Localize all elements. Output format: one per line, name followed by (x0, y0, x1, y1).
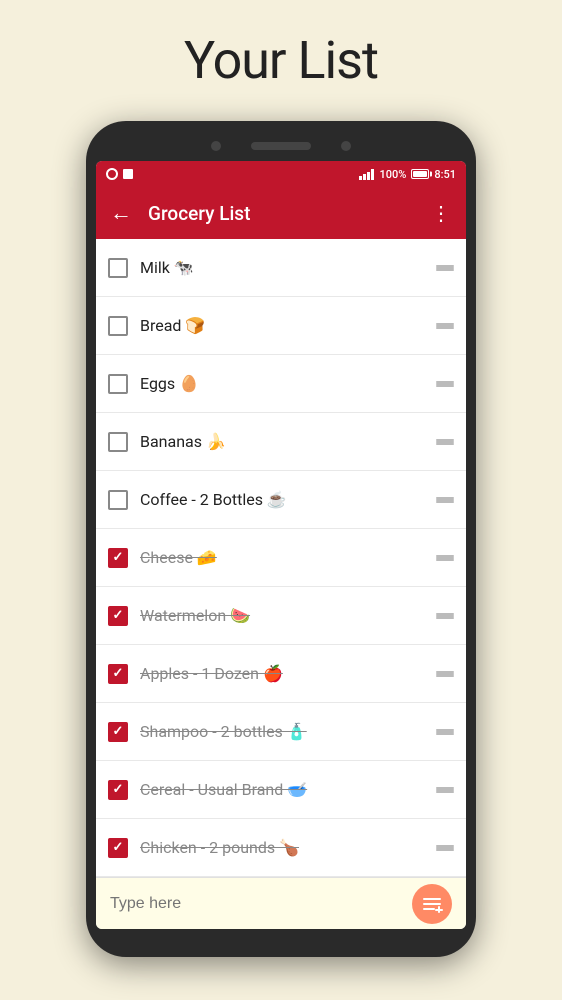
list-item: Cereal - Usual Brand 🥣 (96, 761, 466, 819)
item-text-2: Bread 🍞 (140, 316, 424, 335)
checkbox-item-2[interactable] (108, 316, 128, 336)
signal-icon (359, 168, 374, 180)
status-bar: 100% 8:51 (96, 161, 466, 187)
phone-camera (211, 141, 221, 151)
battery-percent: 100% (379, 168, 406, 181)
item-text-6: Cheese 🧀 (140, 548, 424, 567)
checkbox-item-4[interactable] (108, 432, 128, 452)
phone-bottom (96, 929, 466, 943)
checkbox-item-9[interactable] (108, 722, 128, 742)
list-item: Bananas 🍌 (96, 413, 466, 471)
checkbox-item-8[interactable] (108, 664, 128, 684)
grocery-list: Milk 🐄 Bread 🍞 Eggs 🥚 Bananas 🍌 Coffee - 2 B… (96, 239, 466, 877)
back-button[interactable]: ← (110, 200, 132, 226)
list-item: Bread 🍞 (96, 297, 466, 355)
overflow-menu-button[interactable]: ⋮ (431, 201, 452, 225)
status-left (106, 168, 133, 180)
sim-icon (123, 169, 133, 179)
drag-handle-7[interactable] (436, 613, 454, 619)
drag-handle-5[interactable] (436, 497, 454, 503)
checkbox-item-10[interactable] (108, 780, 128, 800)
battery-fill (413, 171, 427, 177)
recording-icon (106, 168, 118, 180)
checkbox-item-5[interactable] (108, 490, 128, 510)
phone-device: 100% 8:51 ← Grocery List ⋮ Milk 🐄 Bread 🍞… (86, 121, 476, 957)
drag-handle-3[interactable] (436, 381, 454, 387)
drag-handle-2[interactable] (436, 323, 454, 329)
list-item: Cheese 🧀 (96, 529, 466, 587)
toolbar: ← Grocery List ⋮ (96, 187, 466, 239)
checkbox-item-7[interactable] (108, 606, 128, 626)
list-item: Apples - 1 Dozen 🍎 (96, 645, 466, 703)
item-text-4: Bananas 🍌 (140, 432, 424, 451)
list-item: Chicken - 2 pounds 🍗 (96, 819, 466, 877)
bottom-input-bar (96, 877, 466, 929)
phone-screen: 100% 8:51 ← Grocery List ⋮ Milk 🐄 Bread 🍞… (96, 161, 466, 929)
status-right: 100% 8:51 (359, 168, 456, 181)
item-text-8: Apples - 1 Dozen 🍎 (140, 664, 424, 683)
item-text-5: Coffee - 2 Bottles ☕ (140, 490, 424, 509)
drag-handle-4[interactable] (436, 439, 454, 445)
drag-handle-6[interactable] (436, 555, 454, 561)
toolbar-title: Grocery List (148, 202, 415, 225)
phone-speaker (251, 142, 311, 150)
clock: 8:51 (434, 168, 456, 181)
checkbox-item-11[interactable] (108, 838, 128, 858)
page-title: Your List (184, 30, 378, 91)
list-item: Coffee - 2 Bottles ☕ (96, 471, 466, 529)
drag-handle-11[interactable] (436, 845, 454, 851)
list-item: Milk 🐄 (96, 239, 466, 297)
item-text-9: Shampoo - 2 bottles 🧴 (140, 722, 424, 741)
phone-sensor (341, 141, 351, 151)
battery-icon (411, 169, 429, 179)
checkbox-item-6[interactable] (108, 548, 128, 568)
item-text-7: Watermelon 🍉 (140, 606, 424, 625)
list-item: Shampoo - 2 bottles 🧴 (96, 703, 466, 761)
list-item: Watermelon 🍉 (96, 587, 466, 645)
checkbox-item-3[interactable] (108, 374, 128, 394)
item-text-3: Eggs 🥚 (140, 374, 424, 393)
drag-handle-8[interactable] (436, 671, 454, 677)
item-text-10: Cereal - Usual Brand 🥣 (140, 780, 424, 799)
checkbox-item-1[interactable] (108, 258, 128, 278)
add-item-button[interactable] (412, 884, 452, 924)
drag-handle-9[interactable] (436, 729, 454, 735)
phone-top-bar (96, 135, 466, 161)
drag-handle-10[interactable] (436, 787, 454, 793)
drag-handle-1[interactable] (436, 265, 454, 271)
type-here-input[interactable] (110, 895, 412, 913)
list-item: Eggs 🥚 (96, 355, 466, 413)
item-text-11: Chicken - 2 pounds 🍗 (140, 838, 424, 857)
item-text-1: Milk 🐄 (140, 258, 424, 277)
